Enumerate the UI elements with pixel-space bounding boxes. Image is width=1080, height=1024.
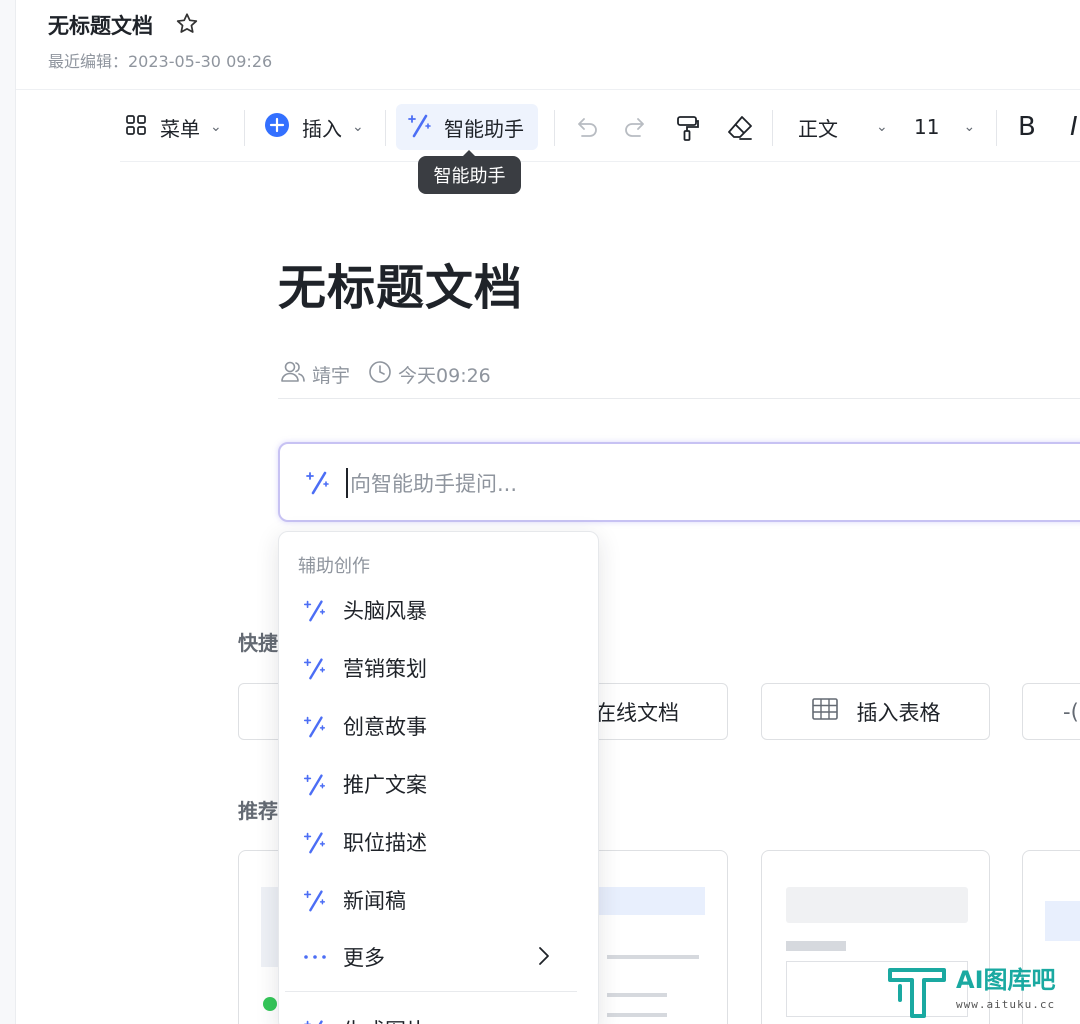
magic-wand-icon	[301, 712, 329, 740]
user-icon	[280, 359, 306, 390]
window-left-edge	[0, 0, 16, 1024]
author-meta: 靖宇	[280, 359, 350, 390]
chevron-down-icon: ⌄	[963, 119, 976, 135]
undo-icon[interactable]	[566, 108, 606, 148]
chevron-down-icon: ⌄	[210, 119, 222, 135]
plus-circle-icon	[264, 112, 290, 143]
watermark: AI图库吧 www.aituku.cc	[884, 960, 1080, 1024]
text-cursor	[346, 468, 348, 498]
quick-card-label: 在线文档	[595, 700, 679, 725]
quick-card-label: 插入表格	[856, 700, 941, 725]
clock-icon	[368, 360, 392, 389]
toolbar-divider	[385, 110, 386, 146]
quick-section-label: 快捷	[238, 631, 278, 655]
dropdown-item-generate-image[interactable]: 生成图片	[279, 1002, 598, 1024]
time-meta: 今天09:26	[368, 360, 491, 389]
toolbar: 菜单 ⌄ 插入 ⌄ 智能助手 正文 ⌄ 11 ⌄ B I	[120, 100, 1080, 162]
ai-assistant-label: 智能助手	[444, 116, 524, 141]
ai-prompt-placeholder: 向智能助手提问...	[350, 472, 518, 496]
toolbar-divider	[554, 110, 555, 146]
template-preview	[599, 887, 705, 915]
dropdown-item-brainstorm[interactable]: 头脑风暴	[279, 582, 598, 638]
menu-label: 菜单	[160, 116, 200, 141]
template-preview-heading	[786, 941, 846, 951]
template-preview	[1045, 901, 1080, 941]
last-edit-time: 最近编辑：2023-05-30 09:26	[48, 52, 273, 71]
ai-assistant-dropdown: 辅助创作 头脑风暴 营销策划 创意故事 推广文案 职位描述 新闻稿 更多 生成图…	[278, 531, 599, 1024]
dropdown-item-creative-story[interactable]: 创意故事	[279, 698, 598, 754]
dropdown-item-label: 创意故事	[343, 715, 427, 739]
redo-icon[interactable]	[616, 108, 656, 148]
ai-assistant-tooltip: 智能助手	[418, 150, 521, 194]
insert-button[interactable]: 插入 ⌄	[264, 104, 364, 150]
toolbar-divider	[244, 110, 245, 146]
magic-wand-icon	[301, 654, 329, 682]
text-style-value: 正文	[798, 116, 838, 141]
star-icon[interactable]	[174, 11, 200, 37]
italic-icon[interactable]: I	[1070, 104, 1078, 150]
toolbar-divider	[996, 110, 997, 146]
ai-prompt-input[interactable]: 向智能助手提问...	[278, 442, 1080, 522]
bold-button[interactable]: B	[1018, 104, 1036, 150]
text-style-select[interactable]: 正文 ⌄	[798, 104, 888, 150]
magic-wand-icon	[301, 886, 329, 914]
dropdown-item-promo-copy[interactable]: 推广文案	[279, 756, 598, 812]
magic-wand-icon	[301, 1016, 329, 1024]
dropdown-item-job-description[interactable]: 职位描述	[279, 814, 598, 870]
font-size-select[interactable]: 11 ⌄	[914, 104, 975, 150]
table-icon	[811, 697, 839, 726]
watermark-logo-icon	[886, 964, 948, 1024]
document-meta: 靖宇 今天09:26	[280, 358, 509, 390]
doc-header-title[interactable]: 无标题文档	[48, 10, 153, 40]
magic-wand-icon	[301, 828, 329, 856]
quick-card-more[interactable]: -(	[1022, 683, 1080, 740]
grid-icon	[124, 113, 148, 142]
insert-label: 插入	[302, 116, 342, 141]
template-preview-line	[607, 1013, 667, 1017]
dropdown-item-label: 更多	[343, 946, 385, 970]
more-dots-icon	[301, 943, 329, 971]
template-preview-line	[607, 993, 667, 997]
format-painter-icon[interactable]	[668, 108, 708, 148]
chevron-right-icon	[537, 945, 551, 972]
dropdown-divider	[285, 991, 577, 992]
quick-card-insert-table[interactable]: 插入表格	[761, 683, 990, 740]
dropdown-item-press-release[interactable]: 新闻稿	[279, 872, 598, 928]
eraser-icon[interactable]	[720, 108, 760, 148]
watermark-brand: AI图库吧	[956, 966, 1056, 994]
dropdown-item-label: 生成图片	[343, 1015, 427, 1024]
meta-divider	[278, 398, 1080, 399]
dropdown-item-label: 营销策划	[343, 657, 427, 681]
dropdown-item-more[interactable]: 更多	[279, 929, 598, 985]
ai-assistant-button[interactable]: 智能助手	[396, 104, 538, 150]
magic-wand-icon	[301, 770, 329, 798]
chevron-down-icon: ⌄	[876, 119, 888, 135]
dropdown-group-label: 辅助创作	[298, 556, 370, 577]
toolbar-divider	[772, 110, 773, 146]
template-preview	[786, 887, 968, 923]
recommend-section-label: 推荐	[238, 799, 278, 823]
chevron-down-icon: ⌄	[352, 119, 364, 135]
dropdown-item-marketing-plan[interactable]: 营销策划	[279, 640, 598, 696]
bold-label: B	[1018, 112, 1036, 142]
dropdown-item-label: 头脑风暴	[343, 599, 427, 623]
watermark-url: www.aituku.cc	[956, 998, 1056, 1011]
check-icon	[263, 997, 277, 1011]
author-name: 靖宇	[312, 364, 351, 387]
dropdown-item-label: 新闻稿	[343, 889, 406, 913]
dropdown-item-label: 职位描述	[343, 831, 427, 855]
created-time: 今天09:26	[398, 364, 491, 387]
document-title[interactable]: 无标题文档	[278, 248, 523, 318]
font-size-value: 11	[914, 115, 940, 139]
magic-wand-icon	[301, 596, 329, 624]
magic-wand-icon	[406, 111, 434, 144]
dropdown-item-label: 推广文案	[343, 773, 427, 797]
doc-header: 无标题文档 最近编辑：2023-05-30 09:26	[16, 0, 1080, 90]
menu-button[interactable]: 菜单 ⌄	[124, 104, 222, 150]
magic-wand-icon	[304, 468, 332, 500]
template-preview-line	[607, 955, 699, 959]
